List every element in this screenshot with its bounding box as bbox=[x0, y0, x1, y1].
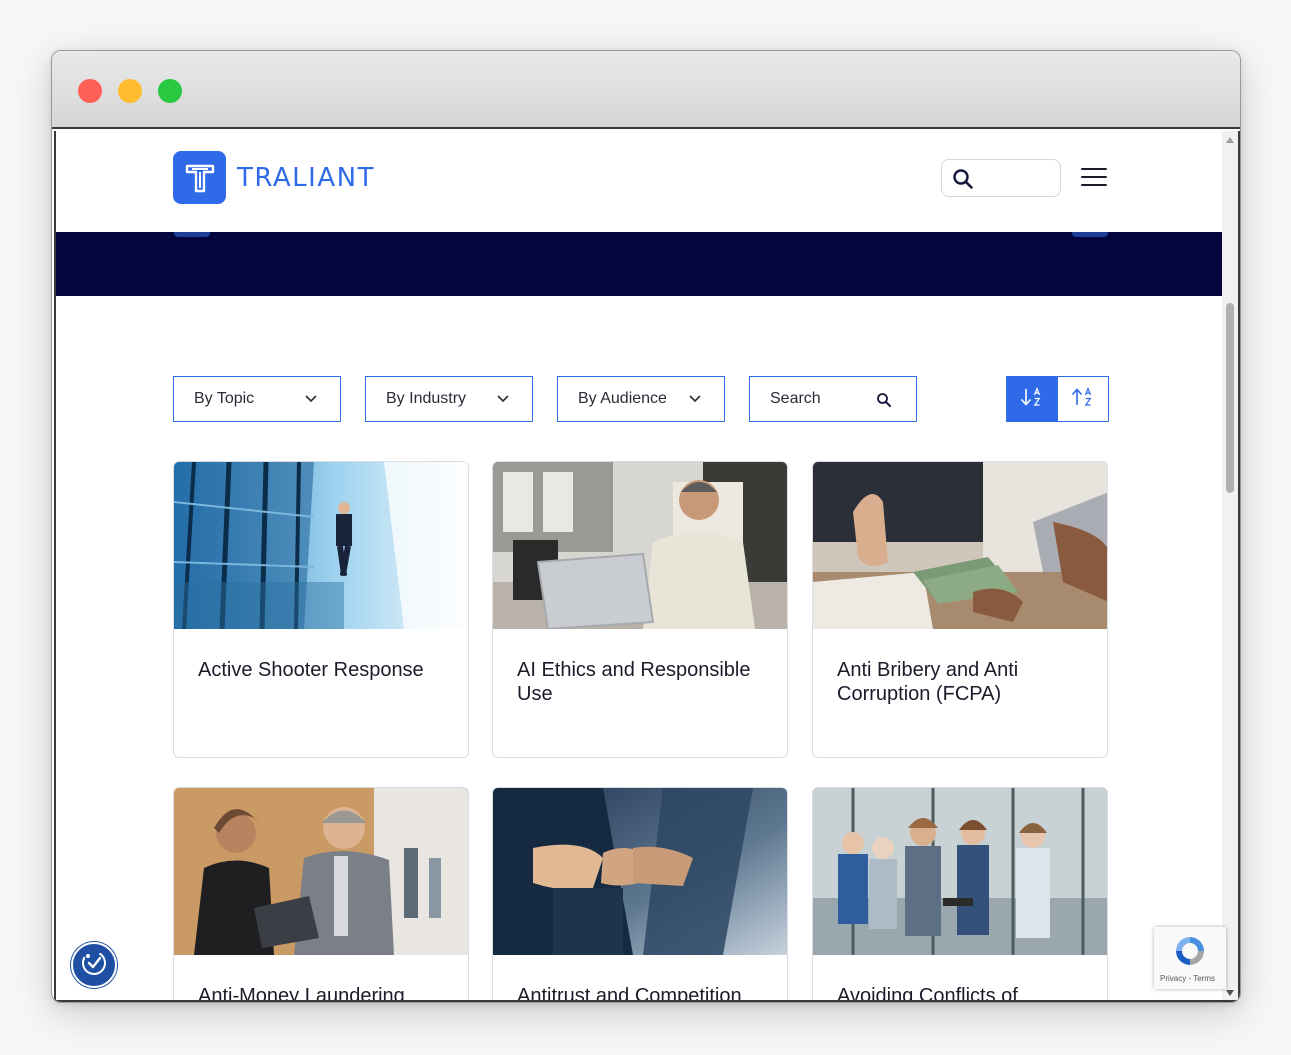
course-image bbox=[813, 462, 1107, 629]
course-title: Avoiding Conflicts of bbox=[837, 985, 1018, 1002]
chevron-down-icon bbox=[688, 392, 702, 411]
minimize-window-button[interactable] bbox=[118, 79, 142, 103]
sort-z-a-button[interactable] bbox=[1057, 377, 1108, 421]
course-search-input[interactable] bbox=[770, 390, 870, 408]
course-card[interactable]: Antitrust and Competition bbox=[492, 787, 788, 1002]
close-window-button[interactable] bbox=[78, 79, 102, 103]
course-image bbox=[813, 788, 1107, 955]
course-search-box bbox=[749, 376, 917, 422]
industry-dropdown-label: By Industry bbox=[386, 390, 467, 407]
course-card[interactable]: Active Shooter Response bbox=[173, 461, 469, 758]
recaptcha-badge[interactable]: Privacy - Terms bbox=[1154, 927, 1226, 989]
recaptcha-terms[interactable]: Privacy - Terms bbox=[1160, 974, 1215, 983]
course-card[interactable]: Avoiding Conflicts of bbox=[812, 787, 1108, 1002]
search-icon[interactable] bbox=[876, 392, 892, 413]
course-image bbox=[174, 462, 468, 629]
course-image bbox=[493, 788, 787, 955]
browser-window: TRALIANT By Topic By Industry By Audienc… bbox=[51, 50, 1241, 1003]
sort-z-a-icon bbox=[1070, 386, 1096, 413]
header-search-box[interactable] bbox=[941, 159, 1061, 197]
accessibility-icon bbox=[79, 948, 109, 983]
course-card[interactable]: Anti-Money Laundering bbox=[173, 787, 469, 1002]
scrollbar-thumb[interactable] bbox=[1226, 303, 1234, 493]
course-title: AI Ethics and Responsible Use bbox=[517, 659, 751, 705]
brand-logo[interactable]: TRALIANT bbox=[173, 151, 375, 204]
hero-left-tab bbox=[174, 232, 210, 237]
audience-dropdown-label: By Audience bbox=[578, 390, 666, 407]
scroll-up-icon[interactable] bbox=[1226, 137, 1234, 143]
sort-a-z-button[interactable] bbox=[1007, 377, 1058, 421]
course-title: Active Shooter Response bbox=[198, 659, 424, 681]
hero-right-tab bbox=[1072, 232, 1108, 237]
sort-toggle bbox=[1006, 376, 1109, 422]
course-title: Anti-Money Laundering bbox=[198, 985, 405, 1002]
traliant-logo-icon bbox=[173, 151, 226, 204]
topic-dropdown-label: By Topic bbox=[194, 390, 255, 407]
sort-a-z-icon bbox=[1019, 386, 1045, 413]
course-card[interactable]: AI Ethics and Responsible Use bbox=[492, 461, 788, 758]
course-title: Anti Bribery and Anti Corruption (FCPA) bbox=[837, 659, 1019, 705]
vertical-scrollbar[interactable] bbox=[1222, 131, 1238, 1000]
recaptcha-icon bbox=[1172, 933, 1208, 974]
course-title: Antitrust and Competition bbox=[517, 985, 742, 1002]
search-icon bbox=[952, 168, 974, 195]
industry-dropdown[interactable]: By Industry bbox=[365, 376, 533, 422]
site-header: TRALIANT bbox=[56, 131, 1226, 232]
course-image bbox=[174, 788, 468, 955]
topic-dropdown[interactable]: By Topic bbox=[173, 376, 341, 422]
hamburger-icon[interactable] bbox=[1081, 168, 1107, 188]
course-filters: By Topic By Industry By Audience bbox=[173, 376, 1109, 422]
maximize-window-button[interactable] bbox=[158, 79, 182, 103]
hero-banner bbox=[56, 232, 1226, 296]
scroll-down-icon[interactable] bbox=[1226, 990, 1234, 996]
window-titlebar bbox=[52, 51, 1240, 129]
accessibility-button[interactable] bbox=[71, 942, 117, 988]
course-card[interactable]: Anti Bribery and Anti Corruption (FCPA) bbox=[812, 461, 1108, 758]
brand-name: TRALIANT bbox=[237, 162, 375, 193]
chevron-down-icon bbox=[496, 392, 510, 411]
page-viewport: TRALIANT By Topic By Industry By Audienc… bbox=[54, 131, 1240, 1002]
course-image bbox=[493, 462, 787, 629]
chevron-down-icon bbox=[304, 392, 318, 411]
audience-dropdown[interactable]: By Audience bbox=[557, 376, 725, 422]
